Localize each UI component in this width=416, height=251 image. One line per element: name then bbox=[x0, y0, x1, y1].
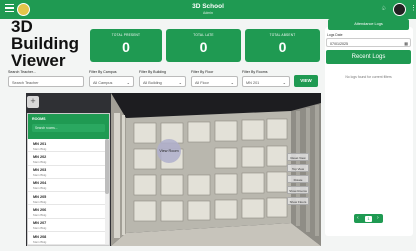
stat-total-late: TOTAL LATE 0 bbox=[166, 29, 241, 62]
show-floors-button[interactable]: Show Floors bbox=[287, 197, 309, 205]
top-view-button[interactable]: Top View bbox=[287, 164, 309, 172]
attendance-logs-tab[interactable]: Attendance Logs bbox=[328, 19, 409, 30]
zoom-in-button[interactable]: + bbox=[27, 96, 39, 108]
building-select[interactable]: All Building ⌄ bbox=[139, 76, 186, 87]
chevron-down-icon: ⌄ bbox=[282, 80, 286, 85]
rooms-search-input[interactable]: Search rooms... bbox=[32, 124, 105, 132]
rotate-button[interactable]: Rotate bbox=[287, 175, 309, 183]
page-title: 3D Building Viewer bbox=[11, 17, 79, 70]
list-item[interactable]: MN 207 Main Bldg bbox=[28, 219, 109, 233]
stat-total-absent: TOTAL ABSENT 0 bbox=[245, 29, 320, 62]
more-icon[interactable]: ⋮ bbox=[410, 5, 416, 12]
list-item[interactable]: MN 205 Main Bldg bbox=[28, 192, 109, 206]
search-teacher-input[interactable]: Search Teacher bbox=[8, 76, 84, 87]
avatar[interactable] bbox=[393, 3, 406, 16]
bell-icon[interactable]: ♤ bbox=[381, 6, 387, 12]
view-button[interactable]: VIEW bbox=[294, 75, 318, 87]
app-subtitle: Admin bbox=[203, 11, 213, 15]
campus-select[interactable]: All Campus ⌄ bbox=[89, 76, 134, 87]
app-title: 3D School bbox=[192, 3, 224, 10]
building-label: Filter By Building bbox=[139, 70, 166, 74]
list-item[interactable]: MN 203 Main Bldg bbox=[28, 166, 109, 179]
list-item[interactable]: MN 208 Main Bldg bbox=[28, 232, 109, 246]
floor-select[interactable]: All Floor ⌄ bbox=[191, 76, 238, 87]
chevron-down-icon: ⌄ bbox=[178, 80, 182, 85]
list-item[interactable]: MN 206 Main Bldg bbox=[28, 205, 109, 219]
search-label: Search Teacher... bbox=[8, 70, 36, 74]
campus-label: Filter By Campus bbox=[89, 70, 117, 74]
reset-view-button[interactable]: Reset View bbox=[287, 153, 309, 161]
logs-pagination: ‹ 1 › bbox=[354, 214, 383, 223]
chevron-right-icon[interactable]: › bbox=[377, 215, 379, 222]
rooms-header: ROOMS Search rooms... bbox=[28, 114, 109, 139]
logs-date-input[interactable]: 07/01/2025 ▦ bbox=[326, 38, 411, 47]
chevron-down-icon: ⌄ bbox=[126, 80, 130, 85]
rooms-title: ROOMS bbox=[32, 117, 46, 121]
show-rooms-button[interactable]: Show Rooms bbox=[287, 186, 309, 194]
empty-logs-message: No logs found for current filters bbox=[345, 75, 392, 79]
top-bar: 3D School Admin ♤ ⋮ bbox=[0, 0, 416, 19]
page-number[interactable]: 1 bbox=[365, 215, 372, 222]
rooms-label: Filter By Rooms bbox=[242, 70, 268, 74]
rooms-panel: ROOMS Search rooms... MN 201 Main Bldg M… bbox=[27, 113, 110, 246]
rooms-select[interactable]: MN 201 ⌄ bbox=[242, 76, 290, 87]
chevron-left-icon[interactable]: ‹ bbox=[357, 215, 359, 222]
logs-date-label: Logs Date bbox=[327, 33, 343, 37]
floor-label: Filter By Floor bbox=[191, 70, 214, 74]
view-room-button[interactable]: View Room bbox=[157, 139, 181, 163]
chevron-down-icon: ⌄ bbox=[230, 80, 234, 85]
stat-total-present: TOTAL PRESENT 0 bbox=[90, 29, 162, 62]
list-item[interactable]: MN 201 Main Bldg bbox=[28, 139, 109, 153]
list-item[interactable]: MN 204 Main Bldg bbox=[28, 179, 109, 193]
rooms-scrollbar[interactable] bbox=[105, 139, 109, 244]
list-item[interactable]: MN 202 Main Bldg bbox=[28, 152, 109, 166]
recent-logs-button[interactable]: Recent Logs bbox=[326, 50, 411, 64]
calendar-icon[interactable]: ▦ bbox=[404, 41, 408, 46]
